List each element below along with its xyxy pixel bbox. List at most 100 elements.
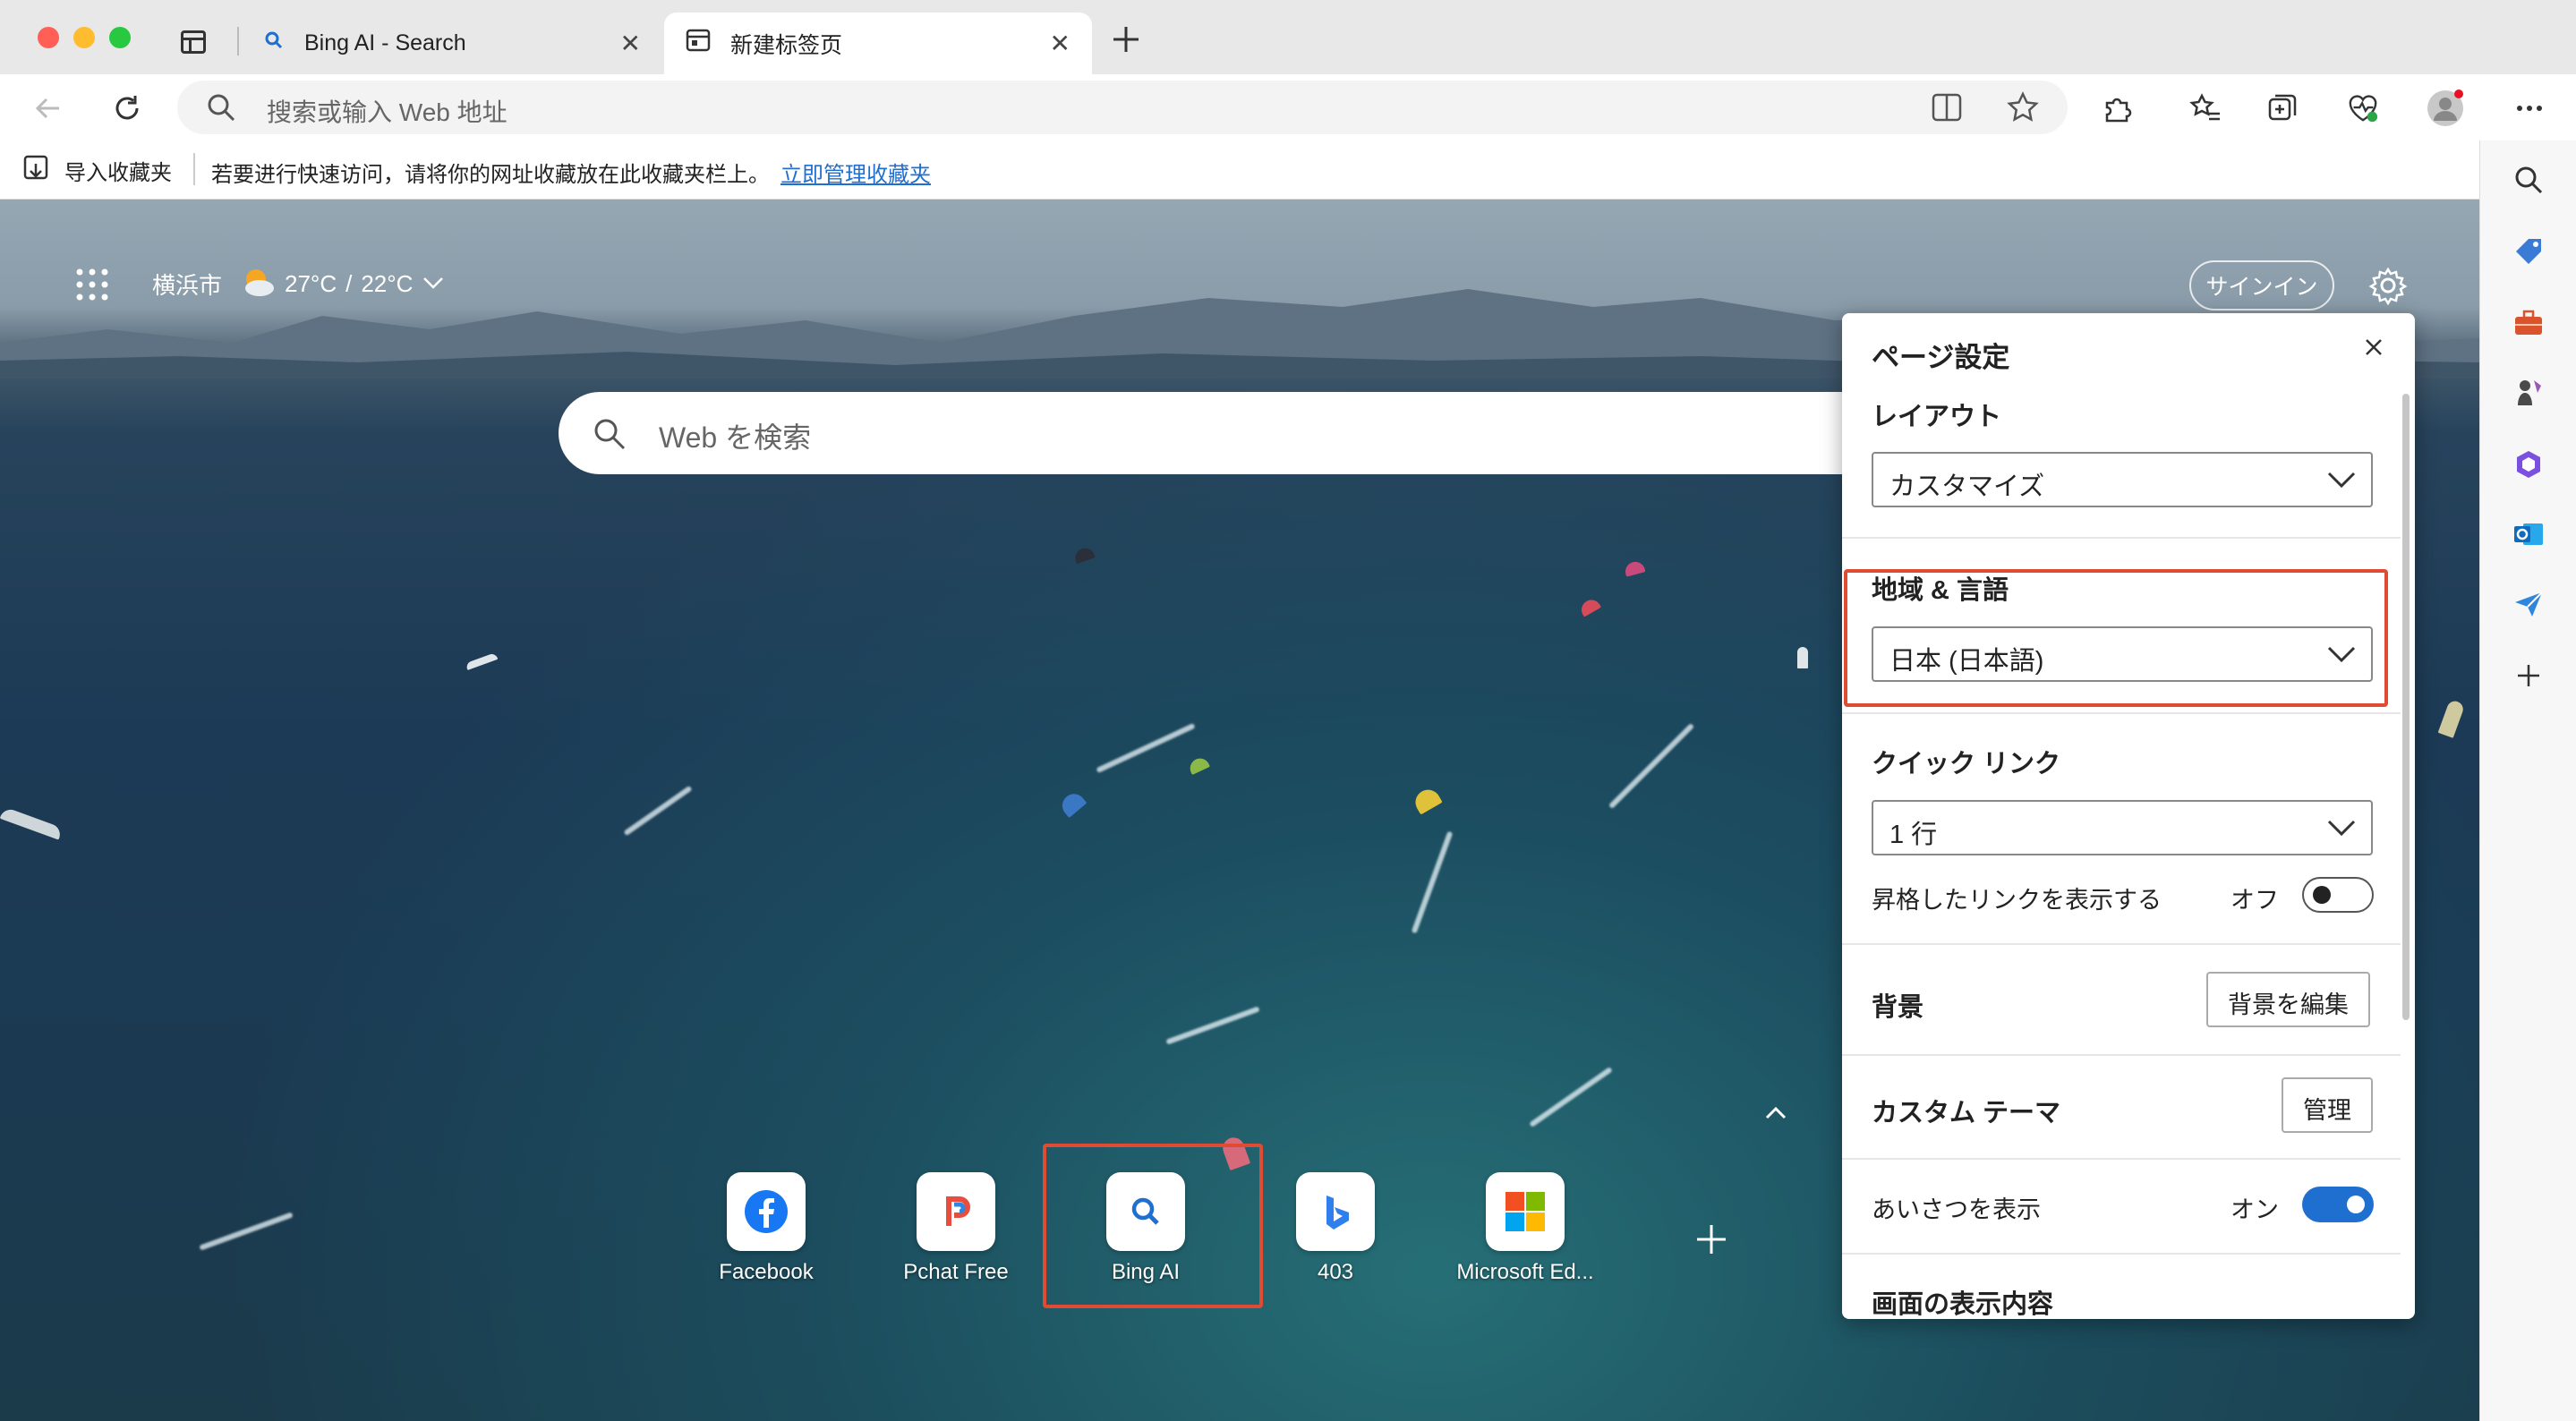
wake — [1608, 722, 1695, 810]
more-menu-icon[interactable] — [2513, 92, 2546, 124]
close-tab-icon[interactable]: ✕ — [1050, 29, 1070, 58]
minimize-window-button[interactable] — [73, 27, 95, 48]
profile-avatar[interactable] — [2426, 89, 2465, 128]
divider — [1842, 1253, 2401, 1255]
tab-divider — [237, 27, 239, 55]
web-search-input[interactable]: Web を検索 — [659, 415, 811, 456]
send-icon[interactable] — [2505, 581, 2552, 627]
collections-icon[interactable] — [2266, 92, 2299, 124]
quick-links-select[interactable]: 1 行 — [1872, 800, 2373, 855]
wake — [623, 785, 693, 837]
kite — [1057, 788, 1088, 819]
edge-sidebar — [2479, 140, 2576, 1421]
search-icon — [206, 92, 236, 127]
manage-theme-button[interactable]: 管理 — [2282, 1077, 2373, 1133]
toolbar: 搜索或输入 Web 地址 — [0, 74, 2576, 140]
tab-actions-icon[interactable] — [181, 30, 206, 54]
favorites-icon[interactable] — [2189, 92, 2222, 124]
divider — [1842, 712, 2401, 714]
divider — [1842, 1054, 2401, 1056]
search-icon — [593, 417, 627, 455]
close-window-button[interactable] — [38, 27, 59, 48]
maximize-window-button[interactable] — [109, 27, 131, 48]
kite — [2437, 699, 2466, 738]
promoted-links-state: オフ — [2231, 887, 2279, 914]
panel-scrollbar[interactable] — [2402, 394, 2410, 1020]
add-quick-link-button[interactable] — [1693, 1221, 1729, 1257]
kite — [1411, 785, 1443, 815]
settings-gear-icon[interactable] — [2368, 266, 2408, 306]
wake — [1529, 1066, 1613, 1128]
favorites-bar: 导入收藏夹 若要进行快速访问，请将你的网址收藏放在此收藏夹栏上。 立即管理收藏夹 — [0, 140, 2576, 200]
health-icon[interactable] — [2347, 92, 2379, 124]
shopping-tag-icon[interactable] — [2505, 228, 2552, 275]
search-icon — [263, 30, 285, 57]
tab-new-tab[interactable]: 新建标签页 ✕ — [664, 13, 1092, 74]
tab-bar: Bing AI - Search ✕ 新建标签页 ✕ — [0, 0, 2576, 74]
manage-favorites-link[interactable]: 立即管理收藏夹 — [780, 157, 931, 188]
weather-city: 横浜市 — [152, 271, 223, 299]
panel-title: ページ設定 — [1872, 342, 2010, 373]
quick-link-label: Pchat Free — [903, 1260, 1009, 1284]
greeting-state: オン — [2231, 1196, 2279, 1223]
wake — [1411, 830, 1454, 934]
greeting-toggle[interactable] — [2302, 1187, 2374, 1222]
chevron-down-icon — [2326, 814, 2357, 848]
new-tab-page-icon — [686, 29, 711, 58]
tab-bing-ai[interactable]: Bing AI - Search ✕ — [242, 13, 662, 74]
microsoft-365-icon[interactable] — [2505, 441, 2552, 488]
tab-title: 新建标签页 — [730, 32, 843, 58]
divider — [1842, 537, 2401, 539]
layout-select[interactable]: カスタマイズ — [1872, 452, 2373, 507]
split-screen-icon[interactable] — [1932, 93, 1962, 126]
kite — [1187, 755, 1210, 775]
edit-background-button[interactable]: 背景を編集 — [2206, 972, 2370, 1027]
address-bar[interactable]: 搜索或输入 Web 地址 — [177, 81, 2068, 134]
kite — [1623, 559, 1646, 577]
refresh-button[interactable] — [111, 92, 143, 124]
web-search-box[interactable]: Web を検索 — [559, 392, 1865, 474]
favorites-message: 若要进行快速访问，请将你的网址收藏放在此收藏夹栏上。 — [211, 163, 770, 187]
close-icon[interactable] — [2361, 335, 2386, 360]
quick-links-select-value: 1 行 — [1889, 821, 1938, 849]
chevron-up-icon[interactable] — [1761, 1102, 1790, 1123]
apps-launcher-icon[interactable] — [75, 268, 109, 302]
favorite-star-icon[interactable] — [2007, 91, 2039, 128]
kite — [1577, 596, 1602, 617]
quick-link-label: Facebook — [719, 1260, 814, 1284]
search-icon[interactable] — [2505, 157, 2552, 203]
pchat-icon — [917, 1172, 995, 1251]
divider — [1842, 943, 2401, 945]
tools-briefcase-icon[interactable] — [2505, 300, 2552, 346]
kite — [1797, 647, 1808, 668]
games-icon[interactable] — [2505, 370, 2552, 416]
promoted-links-toggle[interactable] — [2302, 877, 2374, 913]
display-content-heading: 画面の表示内容 — [1872, 1290, 2054, 1319]
address-input[interactable]: 搜索或输入 Web 地址 — [267, 93, 508, 129]
layout-select-value: カスタマイズ — [1889, 472, 2045, 501]
kite — [0, 806, 64, 840]
close-tab-icon[interactable]: ✕ — [620, 29, 641, 58]
weather-widget[interactable]: 横浜市 27°C / 22°C — [152, 264, 445, 303]
new-tab-button[interactable] — [1108, 21, 1144, 57]
add-sidebar-app-icon[interactable] — [2505, 652, 2552, 699]
quick-links-heading: クイック リンク — [1872, 750, 2061, 779]
outlook-icon[interactable] — [2505, 511, 2552, 557]
facebook-icon — [727, 1172, 806, 1251]
kite — [1072, 545, 1096, 565]
tab-title: Bing AI - Search — [304, 30, 466, 55]
chevron-down-icon[interactable] — [422, 270, 445, 298]
signin-button[interactable]: サインイン — [2189, 260, 2334, 311]
wake — [1165, 1006, 1260, 1045]
layout-heading: レイアウト — [1872, 403, 2002, 431]
quick-link-label: Microsoft Ed... — [1456, 1260, 1594, 1284]
extensions-icon[interactable] — [2102, 92, 2134, 124]
partly-sunny-icon — [236, 263, 277, 305]
weather-separator: / — [345, 269, 353, 297]
wake — [199, 1212, 294, 1251]
import-favorites-button[interactable]: 导入收藏夹 — [23, 153, 172, 188]
weather-low: 22°C — [361, 269, 414, 297]
back-button[interactable] — [32, 92, 64, 124]
divider — [193, 153, 195, 185]
custom-theme-heading: カスタム テーマ — [1872, 1099, 2061, 1127]
